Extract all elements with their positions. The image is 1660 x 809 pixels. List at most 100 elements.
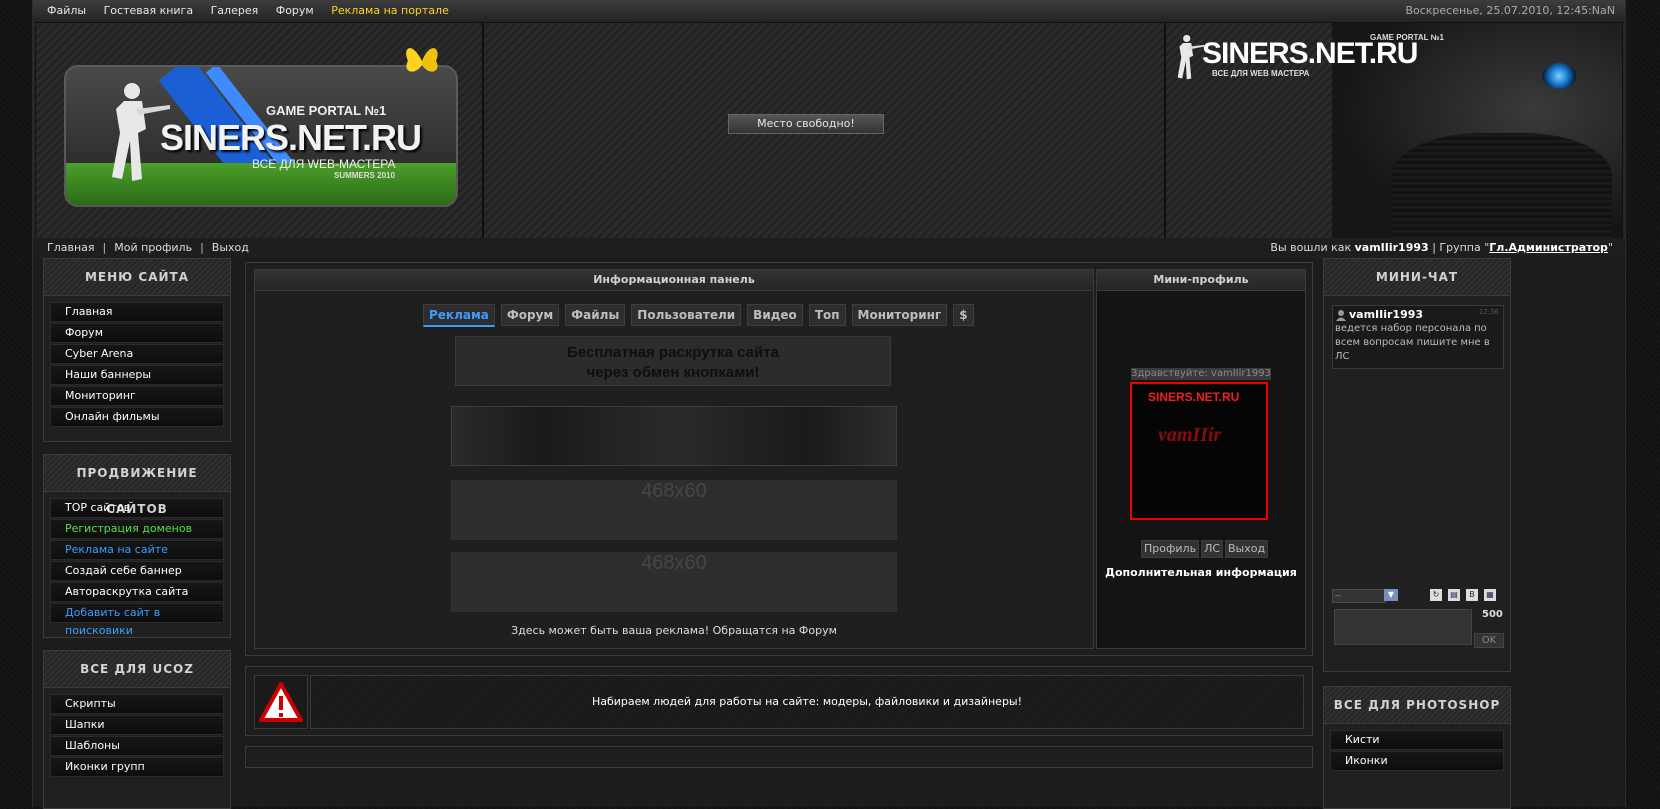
promo-line-1: Бесплатная раскрутка сайта — [567, 344, 779, 361]
nav-gallery-link[interactable]: Галерея — [211, 4, 259, 17]
site-logo[interactable]: GAME PORTAL №1 SINERS.NET.RU ВСЕ ДЛЯ WEB… — [64, 65, 458, 207]
promotion-block: ПРОДВИЖЕНИЕ САЙТОВ TOP сайтов Регистраци… — [43, 454, 231, 638]
promo-item-advertising[interactable]: Реклама на сайте — [50, 540, 224, 560]
calendar-icon[interactable]: ▦ — [1484, 589, 1496, 601]
chat-tools: ↻ ▤ B ▦ — [1430, 589, 1496, 601]
mini-profile: Мини-профиль Здравствуйте: vamIIir1993 S… — [1096, 269, 1306, 649]
banner-slot-2[interactable]: 468x60 — [451, 552, 897, 612]
greeting: Здравствуйте: vamIIir1993 — [1131, 368, 1271, 380]
menu-item-forum[interactable]: Форум — [50, 323, 224, 343]
refresh-icon[interactable]: ↻ — [1430, 589, 1442, 601]
banner-slot-1[interactable]: 468x60 — [451, 480, 897, 540]
chat-message-input[interactable] — [1334, 609, 1472, 645]
free-slot-button[interactable]: Место свободно! — [728, 114, 884, 134]
main-content: Информационная панель Реклама Форум Файл… — [245, 262, 1313, 656]
right-logo-brand: SINERS.NET.RU — [1202, 37, 1418, 70]
chat-message: vamIIir1993 12:36 ведется набор персонал… — [1332, 305, 1504, 369]
ucoz-item-templates[interactable]: Шаблоны — [50, 736, 224, 756]
chevron-down-icon[interactable]: ▼ — [1384, 589, 1398, 601]
header-banner-slot: Место свободно! — [483, 22, 1165, 240]
profile-button[interactable]: Профиль — [1141, 540, 1200, 558]
logged-as-label: Вы вошли как — [1270, 241, 1352, 254]
promo-item-search-engines[interactable]: Добавить сайт в поисковики — [50, 603, 224, 637]
logo-game-portal: GAME PORTAL №1 — [266, 103, 387, 118]
group-label: | Группа " — [1432, 241, 1490, 254]
nav-guestbook-link[interactable]: Гостевая книга — [104, 4, 194, 17]
avatar-brand: SINERS.NET.RU — [1148, 390, 1240, 404]
logo-brand: SINERS.NET.RU — [160, 117, 422, 158]
tab-dollar[interactable]: $ — [953, 304, 974, 326]
pm-button[interactable]: ЛС — [1201, 540, 1224, 558]
mask-art — [1392, 133, 1612, 239]
print-icon[interactable]: ▤ — [1448, 589, 1460, 601]
top-navbar: Файлы Гостевая книга Галерея Форум Рекла… — [33, 0, 1625, 23]
group-link[interactable]: Гл.Администратор — [1489, 241, 1608, 254]
ad-note: Здесь может быть ваша реклама! Обращатся… — [511, 624, 837, 637]
mini-chat-block: МИНИ-ЧАТ vamIIir1993 12:36 ведется набор… — [1323, 258, 1511, 672]
logo-tagline: ВСЕ ДЛЯ WEB-МАСТЕРА — [252, 157, 396, 171]
promo-item-banner-maker[interactable]: Создай себе баннер — [50, 561, 224, 581]
photoshop-list: Кисти Иконки — [1330, 730, 1504, 771]
logout-button[interactable]: Выход — [1225, 540, 1269, 558]
ucoz-block: ВСЕ ДЛЯ UCOZ Скрипты Шапки Шаблоны Иконк… — [43, 650, 231, 809]
menu-item-home[interactable]: Главная — [50, 302, 224, 322]
menu-item-monitoring[interactable]: Мониторинг — [50, 386, 224, 406]
nav-portal-ads-link[interactable]: Реклама на портале — [331, 4, 449, 17]
tab-video[interactable]: Видео — [747, 304, 803, 326]
ucoz-title: ВСЕ ДЛЯ UCOZ — [44, 651, 230, 688]
chat-username[interactable]: vamIIir1993 — [1349, 308, 1423, 321]
user-icon — [1336, 310, 1346, 321]
mini-profile-title: Мини-профиль — [1097, 270, 1305, 291]
my-profile-link[interactable]: Мой профиль — [114, 241, 192, 254]
site-menu-list: Главная Форум Cyber Arena Наши баннеры М… — [50, 302, 224, 427]
avatar[interactable]: SINERS.NET.RU vamIIir — [1130, 382, 1268, 520]
tab-monitoring[interactable]: Мониторинг — [851, 304, 948, 326]
char-counter: 500 — [1482, 609, 1503, 620]
chat-time: 12:36 — [1478, 308, 1499, 316]
tab-files[interactable]: Файлы — [565, 304, 626, 326]
tab-top[interactable]: Топ — [808, 304, 846, 326]
notice-text: Набираем людей для работы на сайте: моде… — [310, 675, 1304, 729]
avatar-name: vamIIir — [1158, 424, 1222, 446]
extra-info-link[interactable]: Дополнительная информация — [1097, 566, 1305, 579]
mini-chat-title: МИНИ-ЧАТ — [1324, 259, 1510, 296]
site-banner[interactable] — [451, 406, 897, 466]
logout-link[interactable]: Выход — [212, 241, 249, 254]
menu-item-cyber-arena[interactable]: Cyber Arena — [50, 344, 224, 364]
promo-item-autopromo[interactable]: Автораскрутка сайта — [50, 582, 224, 602]
bold-icon[interactable]: B — [1466, 589, 1478, 601]
chat-text: ведется набор персонала по всем вопросам… — [1335, 323, 1490, 362]
button-exchange-banner[interactable]: Бесплатная раскрутка сайта через обмен к… — [455, 336, 891, 386]
right-logo-tagline: ВСЕ ДЛЯ WEB МАСТЕРА — [1212, 69, 1310, 78]
photoshop-item-brushes[interactable]: Кисти — [1330, 730, 1504, 750]
user-nav: Главная | Мой профиль | Выход — [47, 241, 249, 254]
page: Файлы Гостевая книга Галерея Форум Рекла… — [32, 0, 1626, 809]
photoshop-block: ВСЕ ДЛЯ PHOTOSHOP Кисти Иконки — [1323, 686, 1511, 809]
menu-item-movies[interactable]: Онлайн фильмы — [50, 407, 224, 427]
chat-smiley-select[interactable]: -- — [1332, 589, 1386, 603]
photoshop-item-icons[interactable]: Иконки — [1330, 751, 1504, 771]
ucoz-item-scripts[interactable]: Скрипты — [50, 694, 224, 714]
eye-art — [1542, 63, 1576, 89]
logo-season: SUMMERS 2010 — [334, 171, 395, 180]
info-tabs: Реклама Форум Файлы Пользователи Видео Т… — [423, 304, 974, 327]
logged-in-status: Вы вошли как vamIIir1993 | Группа "Гл.Ад… — [1270, 241, 1613, 254]
tab-users[interactable]: Пользователи — [631, 304, 742, 326]
tab-forum[interactable]: Форум — [500, 304, 560, 326]
promo-item-domains[interactable]: Регистрация доменов — [50, 519, 224, 539]
promo-line-2: через обмен кнопками! — [586, 364, 760, 381]
tab-ads[interactable]: Реклама — [423, 304, 495, 327]
username: vamIIir1993 — [1354, 241, 1429, 254]
date-time: Воскресенье, 25.07.2010, 12:45:NaN — [1405, 4, 1615, 17]
user-bar: Главная | Мой профиль | Выход Вы вошли как v… — [33, 238, 1625, 258]
home-link[interactable]: Главная — [47, 241, 95, 254]
header-art-panel: GAME PORTAL №1 SINERS.NET.RU ВСЕ ДЛЯ WEB… — [1165, 22, 1623, 240]
ucoz-item-headers[interactable]: Шапки — [50, 715, 224, 735]
nav-files-link[interactable]: Файлы — [47, 4, 86, 17]
nav-forum-link[interactable]: Форум — [276, 4, 314, 17]
chat-send-button[interactable]: OK — [1474, 633, 1504, 648]
info-panel-title: Информационная панель — [255, 270, 1093, 291]
ucoz-item-group-icons[interactable]: Иконки групп — [50, 757, 224, 777]
menu-item-banners[interactable]: Наши баннеры — [50, 365, 224, 385]
group-close-quote: " — [1607, 241, 1613, 254]
